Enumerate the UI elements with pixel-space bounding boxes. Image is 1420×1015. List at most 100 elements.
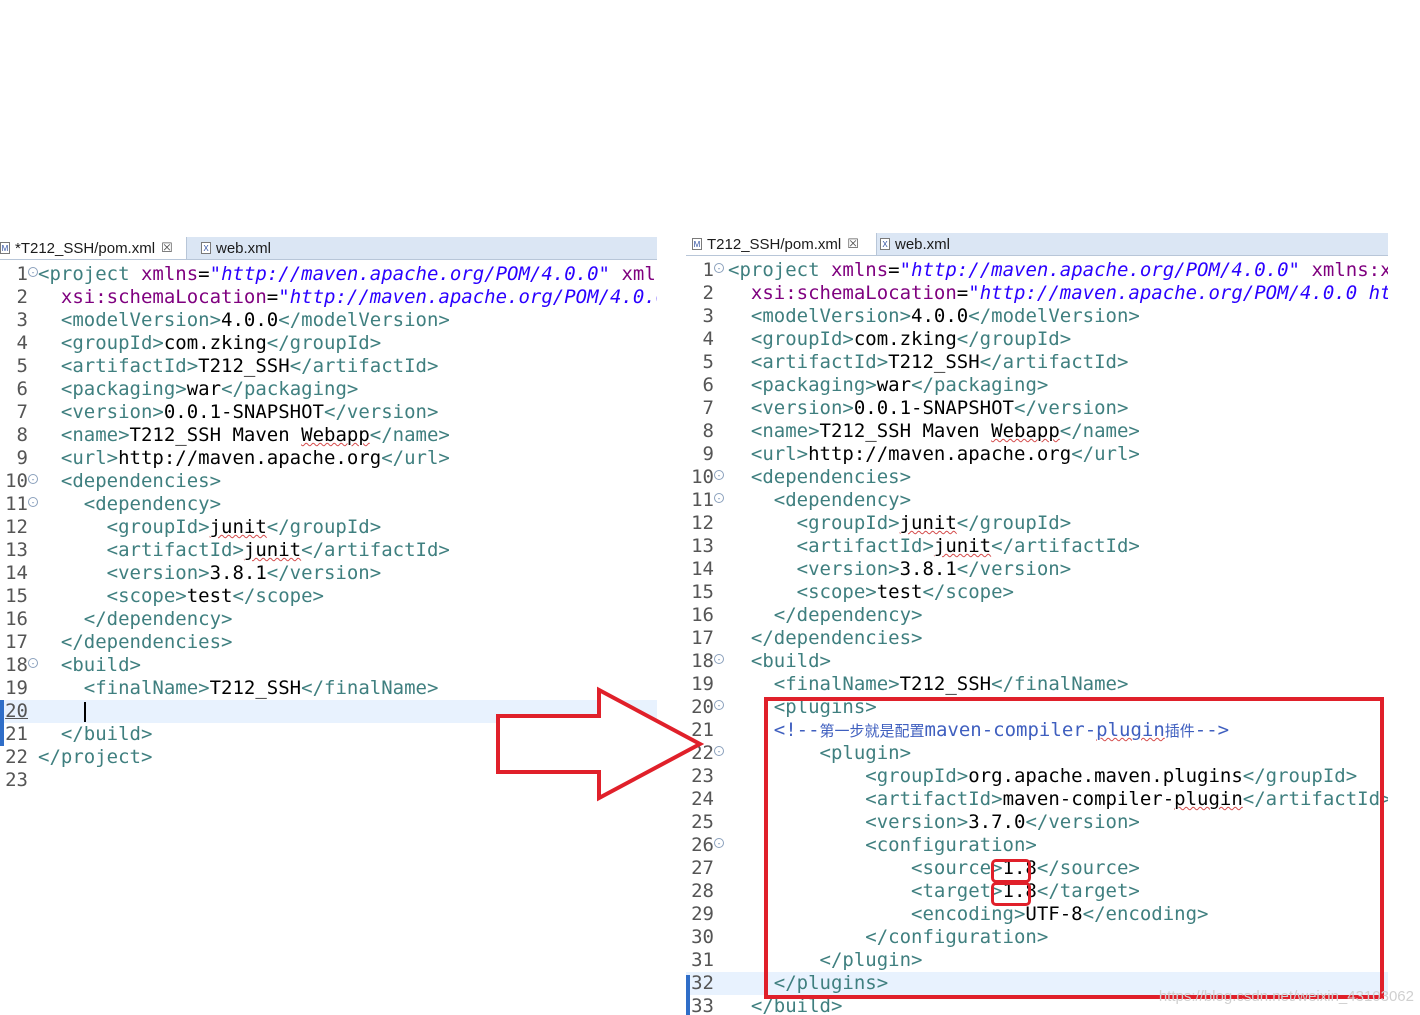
line-number: 19: [5, 677, 28, 699]
code-line[interactable]: 6 <packaging>war</packaging>: [0, 378, 657, 401]
fold-toggle-icon[interactable]: -: [28, 497, 38, 507]
fold-toggle-icon[interactable]: -: [28, 267, 38, 277]
code-text: <build>: [750, 650, 831, 672]
code-text: <dependency>: [83, 493, 222, 515]
line-number: 12: [5, 516, 28, 538]
fold-toggle-icon[interactable]: -: [28, 474, 38, 484]
fold-toggle-icon[interactable]: -: [714, 700, 724, 710]
change-ruler-marker: [0, 700, 4, 746]
code-line[interactable]: 5 <artifactId>T212_SSH</artifactId>: [0, 355, 657, 378]
code-line[interactable]: 4 <groupId>com.zking</groupId>: [0, 332, 657, 355]
close-icon[interactable]: ☒: [161, 240, 173, 256]
code-line[interactable]: 15 <scope>test</scope>: [686, 581, 1388, 604]
code-text: <finalName>T212_SSH</finalName>: [83, 677, 439, 699]
fold-toggle-icon[interactable]: -: [714, 263, 724, 273]
code-line[interactable]: 1- <project xmlns="http://maven.apache.or…: [0, 263, 657, 286]
code-text: </project>: [38, 746, 153, 768]
code-line[interactable]: 12 <groupId>junit</groupId>: [686, 512, 1388, 535]
code-line[interactable]: 13 <artifactId>junit</artifactId>: [686, 535, 1388, 558]
code-line[interactable]: 16 </dependency>: [0, 608, 657, 631]
fold-toggle-icon[interactable]: -: [714, 470, 724, 480]
code-line[interactable]: 11- <dependency>: [686, 489, 1388, 512]
line-number: 6: [702, 374, 714, 396]
code-text: <version>3.8.1</version>: [796, 558, 1072, 580]
line-number: 18: [691, 650, 714, 672]
tab-pom-xml[interactable]: M T212_SSH/pom.xml ☒: [686, 233, 877, 255]
line-number: 17: [5, 631, 28, 653]
tab-label: *T212_SSH/pom.xml: [15, 239, 156, 257]
code-line[interactable]: 18- <build>: [0, 654, 657, 677]
line-number: 3: [16, 309, 28, 331]
code-line[interactable]: 4 <groupId>com.zking</groupId>: [686, 328, 1388, 351]
code-text: </dependency>: [83, 608, 233, 630]
code-text: <name>T212_SSH Maven Webapp</name>: [750, 420, 1140, 442]
line-number: 8: [16, 424, 28, 446]
code-text: </dependencies>: [750, 627, 923, 649]
code-line[interactable]: 13 <artifactId>junit</artifactId>: [0, 539, 657, 562]
line-number: 4: [16, 332, 28, 354]
code-line[interactable]: 9 <url>http://maven.apache.org</url>: [0, 447, 657, 470]
code-text: <packaging>war</packaging>: [60, 378, 359, 400]
tab-web-xml[interactable]: X web.xml: [874, 233, 956, 255]
fold-toggle-icon[interactable]: -: [714, 838, 724, 848]
code-line[interactable]: 16 </dependency>: [686, 604, 1388, 627]
text-cursor: [83, 701, 86, 722]
code-line[interactable]: 12 <groupId>junit</groupId>: [0, 516, 657, 539]
code-text: <groupId>junit</groupId>: [796, 512, 1072, 534]
code-line[interactable]: 17 </dependencies>: [0, 631, 657, 654]
code-line[interactable]: 2 xsi:schemaLocation="http://maven.apach…: [686, 282, 1388, 305]
code-text: <project xmlns="http://maven.apache.org/…: [38, 263, 657, 285]
maven-file-icon: M: [0, 242, 10, 254]
line-number: 13: [691, 535, 714, 557]
line-number: 9: [16, 447, 28, 469]
tab-pom-xml[interactable]: M *T212_SSH/pom.xml ☒: [0, 237, 187, 259]
code-line[interactable]: 7 <version>0.0.1-SNAPSHOT</version>: [0, 401, 657, 424]
code-line[interactable]: 6 <packaging>war</packaging>: [686, 374, 1388, 397]
code-text: <groupId>com.zking</groupId>: [60, 332, 382, 354]
close-icon[interactable]: ☒: [847, 236, 859, 252]
code-text: <groupId>com.zking</groupId>: [750, 328, 1072, 350]
code-line[interactable]: 2 xsi:schemaLocation="http://maven.apach…: [0, 286, 657, 309]
fold-toggle-icon[interactable]: -: [28, 658, 38, 668]
line-number: 1: [16, 263, 28, 285]
line-number: 13: [5, 539, 28, 561]
line-number: 12: [691, 512, 714, 534]
line-number: 29: [691, 903, 714, 925]
code-line[interactable]: 9 <url>http://maven.apache.org</url>: [686, 443, 1388, 466]
code-text: <modelVersion>4.0.0</modelVersion>: [60, 309, 450, 331]
code-line[interactable]: 5 <artifactId>T212_SSH</artifactId>: [686, 351, 1388, 374]
code-line[interactable]: 3 <modelVersion>4.0.0</modelVersion>: [686, 305, 1388, 328]
fold-toggle-icon[interactable]: -: [714, 654, 724, 664]
code-line[interactable]: 17 </dependencies>: [686, 627, 1388, 650]
line-number: 16: [691, 604, 714, 626]
fold-toggle-icon[interactable]: -: [714, 493, 724, 503]
code-text: <version>0.0.1-SNAPSHOT</version>: [60, 401, 439, 423]
code-line[interactable]: 1- <project xmlns="http://maven.apache.or…: [686, 259, 1388, 282]
tab-web-xml[interactable]: X web.xml: [195, 237, 277, 259]
line-number: 1: [702, 259, 714, 281]
code-line[interactable]: 18- <build>: [686, 650, 1388, 673]
code-line[interactable]: 15 <scope>test</scope>: [0, 585, 657, 608]
code-line[interactable]: 19 <finalName>T212_SSH</finalName>: [686, 673, 1388, 696]
target-version-highlight: [991, 882, 1031, 906]
code-line[interactable]: 14 <version>3.8.1</version>: [0, 562, 657, 585]
line-number: 5: [702, 351, 714, 373]
code-line[interactable]: 8 <name>T212_SSH Maven Webapp</name>: [686, 420, 1388, 443]
code-line[interactable]: 7 <version>0.0.1-SNAPSHOT</version>: [686, 397, 1388, 420]
code-line[interactable]: 8 <name>T212_SSH Maven Webapp</name>: [0, 424, 657, 447]
line-number: 11: [5, 493, 28, 515]
line-number: 8: [702, 420, 714, 442]
code-line[interactable]: 10- <dependencies>: [0, 470, 657, 493]
code-line[interactable]: 10- <dependencies>: [686, 466, 1388, 489]
line-number: 23: [5, 769, 28, 791]
code-line[interactable]: 14 <version>3.8.1</version>: [686, 558, 1388, 581]
line-number: 14: [5, 562, 28, 584]
fold-toggle-icon[interactable]: -: [714, 746, 724, 756]
code-text: <dependencies>: [750, 466, 912, 488]
code-line[interactable]: 11- <dependency>: [0, 493, 657, 516]
code-line[interactable]: 3 <modelVersion>4.0.0</modelVersion>: [0, 309, 657, 332]
code-text: <project xmlns="http://maven.apache.org/…: [728, 259, 1388, 281]
line-number: 33: [691, 995, 714, 1015]
code-text: <groupId>junit</groupId>: [106, 516, 382, 538]
code-text: <url>http://maven.apache.org</url>: [60, 447, 450, 469]
